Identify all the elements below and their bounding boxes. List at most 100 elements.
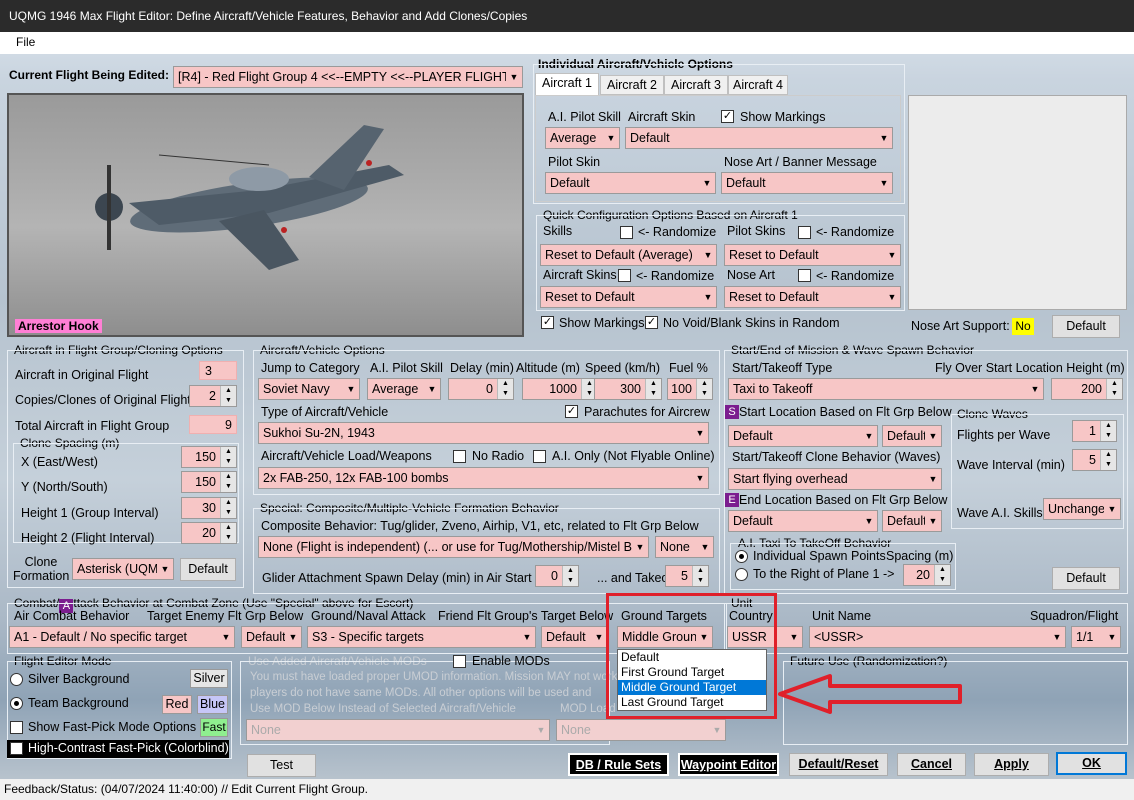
pilot-skins-randomize-checkbox[interactable]	[798, 226, 811, 239]
fast-pick-checkbox[interactable]	[10, 721, 23, 734]
mod-load-select[interactable]: None ▼	[556, 719, 726, 741]
type-select[interactable]: Sukhoi Su-2N, 1943 ▼	[258, 422, 709, 444]
enable-mods-label: Enable MODs	[472, 654, 550, 668]
start-loc-label: Start Location Based on Flt Grp Below	[739, 405, 952, 419]
flights-per-wave-spinner[interactable]: 1 ▲ ▼	[1072, 420, 1117, 442]
mod-aircraft-select[interactable]: None ▼	[246, 719, 550, 741]
takeoff-spinner[interactable]: 5 ▲ ▼	[665, 565, 709, 587]
individual-spawn-radio[interactable]	[735, 550, 748, 563]
aircraft-skins-randomize-checkbox[interactable]	[618, 269, 631, 282]
pilot-skins-select[interactable]: Reset to Default ▼	[724, 244, 901, 266]
right-of-plane-radio[interactable]	[735, 568, 748, 581]
pilot-skins-randomize-label: <- Randomize	[816, 225, 895, 239]
fuel-spinner[interactable]: 100 ▲ ▼	[667, 378, 713, 400]
h2-spinner[interactable]: 20 ▲ ▼	[181, 522, 237, 544]
wave-interval-spinner[interactable]: 5 ▲ ▼	[1072, 449, 1117, 471]
tab-aircraft-4[interactable]: Aircraft 4	[728, 75, 788, 95]
test-button[interactable]: Test	[247, 754, 316, 777]
high-contrast-checkbox[interactable]	[10, 742, 23, 755]
ok-button[interactable]: OK	[1056, 752, 1127, 775]
silver-swatch[interactable]: Silver	[190, 669, 228, 688]
menu-file[interactable]: File	[16, 35, 35, 49]
team-bg-radio[interactable]	[10, 697, 23, 710]
x-spinner[interactable]: 150 ▲ ▼	[181, 446, 237, 468]
glider-spinner[interactable]: 0 ▲ ▼	[535, 565, 579, 587]
total-label: Total Aircraft in Flight Group	[15, 419, 170, 433]
no-radio-checkbox[interactable]	[453, 450, 466, 463]
formation-default-button[interactable]: Default	[180, 558, 236, 581]
silver-bg-radio[interactable]	[10, 673, 23, 686]
unit-name-label: Unit Name	[812, 609, 872, 623]
composite-target-select[interactable]: None ▼	[655, 536, 714, 558]
altitude-spinner[interactable]: 1000 ▲ ▼	[522, 378, 598, 400]
tab-aircraft-3[interactable]: Aircraft 3	[664, 75, 728, 95]
cancel-button[interactable]: Cancel	[897, 753, 966, 776]
quick-show-markings-checkbox[interactable]: ✓	[541, 316, 554, 329]
enemy-select[interactable]: Default ▼	[241, 626, 302, 648]
squadron-label: Squadron/Flight	[1030, 609, 1119, 623]
nose-art-quick-select[interactable]: Reset to Default ▼	[724, 286, 901, 308]
waypoint-editor-button[interactable]: Waypoint Editor	[678, 753, 779, 776]
formation-select[interactable]: Asterisk (UQMG) ▼	[72, 558, 174, 580]
pilot-skin-select[interactable]: Default ▼	[545, 172, 716, 194]
load-label: Aircraft/Vehicle Load/Weapons	[261, 449, 432, 463]
dropdown-option-first[interactable]: First Ground Target	[618, 665, 766, 680]
apply-button[interactable]: Apply	[974, 753, 1049, 776]
skills-select[interactable]: Reset to Default (Average) ▼	[540, 244, 717, 266]
start-type-label: Start/Takeoff Type	[732, 361, 833, 375]
dropdown-option-middle[interactable]: Middle Ground Target	[618, 680, 766, 695]
wave-ai-select[interactable]: Unchanged ▼	[1043, 498, 1121, 520]
right-of-plane-spinner[interactable]: 20 ▲ ▼	[903, 564, 951, 586]
jump-select[interactable]: Soviet Navy ▼	[258, 378, 360, 400]
ai-skill-select[interactable]: Average ▼	[545, 127, 620, 149]
friend-select[interactable]: Default ▼	[541, 626, 608, 648]
clone-behavior-select[interactable]: Start flying overhead ▼	[728, 468, 942, 490]
nose-art-randomize-checkbox[interactable]	[798, 269, 811, 282]
load-select[interactable]: 2x FAB-250, 12x FAB-100 bombs ▼	[258, 467, 709, 489]
skills-randomize-checkbox[interactable]	[620, 226, 633, 239]
y-spinner[interactable]: 150 ▲ ▼	[181, 471, 237, 493]
takeoff-label: ... and Takeoff	[597, 571, 676, 585]
unit-name-select[interactable]: <USSR> ▼	[809, 626, 1066, 648]
fly-over-spinner[interactable]: 200 ▲ ▼	[1051, 378, 1123, 400]
end-loc-target-select[interactable]: Default ▼	[882, 510, 942, 532]
db-rule-sets-button[interactable]: DB / Rule Sets	[568, 753, 669, 776]
show-markings-checkbox[interactable]: ✓	[721, 110, 734, 123]
end-loc-select[interactable]: Default ▼	[728, 510, 878, 532]
ai-only-label: A.I. Only (Not Flyable Online)	[552, 449, 715, 463]
parachutes-checkbox[interactable]: ✓	[565, 405, 578, 418]
fuel-label: Fuel %	[669, 361, 708, 375]
no-void-checkbox[interactable]: ✓	[645, 316, 658, 329]
h1-spinner[interactable]: 30 ▲ ▼	[181, 497, 237, 519]
default-reset-button[interactable]: Default/Reset	[789, 753, 888, 776]
type-label: Type of Aircraft/Vehicle	[261, 405, 389, 419]
squadron-select[interactable]: 1/1 ▼	[1071, 626, 1121, 648]
delay-spinner[interactable]: 0 ▲ ▼	[448, 378, 514, 400]
fast-swatch[interactable]: Fast	[200, 718, 228, 737]
start-loc-select[interactable]: Default ▼	[728, 425, 878, 447]
tab-aircraft-1[interactable]: Aircraft 1	[535, 73, 599, 96]
start-type-select[interactable]: Taxi to Takeoff ▼	[728, 378, 1044, 400]
high-contrast-label: High-Contrast Fast-Pick (Colorblind)	[28, 741, 229, 755]
nose-default-button[interactable]: Default	[1052, 315, 1120, 338]
composite-select[interactable]: None (Flight is independent) (... or use…	[258, 536, 649, 558]
start-loc-target-select[interactable]: Default ▼	[882, 425, 942, 447]
aircraft-skin-select[interactable]: Default ▼	[625, 127, 893, 149]
aircraft-skins-select[interactable]: Reset to Default ▼	[540, 286, 717, 308]
tab-aircraft-2[interactable]: Aircraft 2	[600, 75, 664, 95]
red-swatch[interactable]: Red	[162, 695, 192, 714]
speed-spinner[interactable]: 300 ▲ ▼	[594, 378, 662, 400]
enable-mods-checkbox[interactable]	[453, 655, 466, 668]
air-combat-select[interactable]: A1 - Default / No specific target ▼	[9, 626, 235, 648]
copies-spinner[interactable]: 2 ▲ ▼	[189, 385, 237, 407]
nose-art-select[interactable]: Default ▼	[721, 172, 893, 194]
current-flight-select[interactable]: [R4] - Red Flight Group 4 <<--EMPTY <<--…	[173, 66, 523, 88]
ai-skill2-select[interactable]: Average ▼	[367, 378, 441, 400]
blue-swatch[interactable]: Blue	[197, 695, 228, 714]
ai-only-checkbox[interactable]	[533, 450, 546, 463]
mission-default-button[interactable]: Default	[1052, 567, 1120, 590]
ai-skill-label: A.I. Pilot Skill	[548, 110, 621, 124]
dropdown-option-last[interactable]: Last Ground Target	[618, 695, 766, 710]
dropdown-option-default[interactable]: Default	[618, 650, 766, 665]
ground-naval-select[interactable]: S3 - Specific targets ▼	[307, 626, 536, 648]
